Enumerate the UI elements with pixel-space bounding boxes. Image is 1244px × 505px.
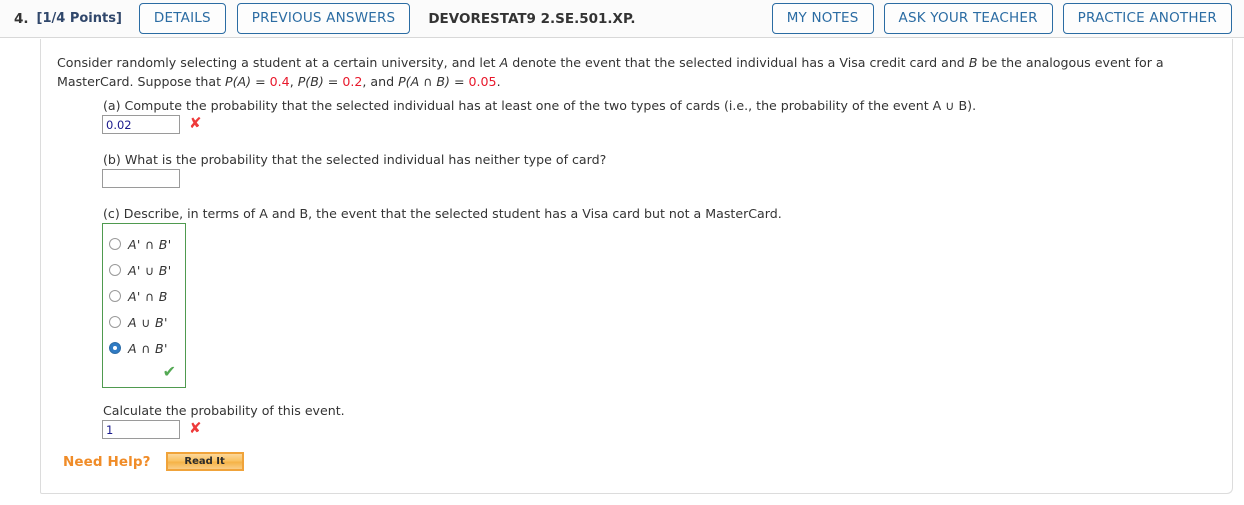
radio-button-icon-1[interactable] (109, 238, 121, 250)
assignment-code: DEVORESTAT9 2.SE.501.XP. (428, 10, 636, 27)
probability-b-value: 0.2 (342, 74, 363, 89)
choice-option-4[interactable]: A ∪ B' (103, 309, 185, 335)
question-number: 4. (14, 10, 29, 27)
calculate-prompt: Calculate the probability of this event. (103, 403, 345, 418)
radio-button-icon-2[interactable] (109, 264, 121, 276)
stem-text-2: denote the event that the selected indiv… (508, 55, 969, 70)
my-notes-button[interactable]: MY NOTES (771, 3, 874, 34)
probability-b-label: P(B) (297, 74, 324, 89)
part-a-prompt: (a) Compute the probability that the sel… (103, 98, 977, 113)
equals-2: = (323, 74, 343, 89)
choice-label-1: A' ∩ B' (128, 236, 172, 252)
comma-2: , and (362, 74, 399, 89)
question-header-bar: 4. [1/4 Points] DETAILS PREVIOUS ANSWERS… (0, 0, 1244, 38)
probability-a-and-b-label: P(A ∩ B) (398, 74, 450, 89)
equals-1: = (251, 74, 270, 89)
comma-1: , (289, 74, 298, 89)
calculate-answer-row: ✘ (102, 420, 202, 439)
radio-button-icon-3[interactable] (109, 290, 121, 302)
choice-option-1[interactable]: A' ∩ B' (103, 231, 185, 257)
problem-statement: Consider randomly selecting a student at… (57, 53, 1217, 91)
stem-variable-a: A (499, 55, 509, 70)
stem-text-1: Consider randomly selecting a student at… (57, 55, 500, 70)
webassign-question-page: 4. [1/4 Points] DETAILS PREVIOUS ANSWERS… (0, 0, 1244, 505)
choice-label-3: A' ∩ B (128, 288, 168, 304)
part-b-answer-input[interactable] (102, 169, 180, 188)
stem-period: . (496, 74, 501, 89)
points-badge: [1/4 Points] (36, 11, 122, 26)
choice-label-4: A ∪ B' (128, 314, 168, 330)
check-mark-icon: ✔ (162, 362, 176, 381)
part-a-answer-row: ✘ (102, 115, 202, 134)
equals-3: = (449, 74, 469, 89)
part-b-answer-row (102, 169, 180, 188)
radio-button-icon-4[interactable] (109, 316, 121, 328)
choice-label-2: A' ∪ B' (128, 262, 172, 278)
choice-option-3[interactable]: A' ∩ B (103, 283, 185, 309)
x-mark-icon-calculate: ✘ (189, 419, 202, 437)
part-b-prompt: (b) What is the probability that the sel… (103, 152, 607, 167)
probability-a-and-b-value: 0.05 (468, 74, 497, 89)
choice-label-5: A ∩ B' (128, 340, 168, 356)
question-body-container: Consider randomly selecting a student at… (40, 39, 1233, 494)
header-actions: MY NOTES ASK YOUR TEACHER PRACTICE ANOTH… (762, 3, 1244, 34)
choice-option-2[interactable]: A' ∪ B' (103, 257, 185, 283)
probability-a-label: P(A) (225, 74, 252, 89)
part-a-answer-input[interactable] (102, 115, 180, 134)
probability-a-value: 0.4 (269, 74, 290, 89)
ask-your-teacher-button[interactable]: ASK YOUR TEACHER (883, 3, 1053, 34)
calculate-answer-input[interactable] (102, 420, 180, 439)
radio-button-icon-5[interactable] (109, 342, 121, 354)
need-help-label: Need Help? (63, 453, 151, 470)
x-mark-icon: ✘ (189, 114, 202, 132)
need-help-section: Need Help? Read It (63, 452, 244, 471)
choice-option-5[interactable]: A ∩ B' (103, 335, 185, 361)
part-c-prompt: (c) Describe, in terms of A and B, the e… (103, 206, 782, 221)
part-c-choice-group: A' ∩ B' A' ∪ B' A' ∩ B A ∪ B' A ∩ B' ✔ (102, 223, 186, 388)
read-it-button[interactable]: Read It (165, 452, 244, 471)
part-c-status-row: ✔ (103, 361, 185, 383)
practice-another-button[interactable]: PRACTICE ANOTHER (1062, 3, 1232, 34)
previous-answers-button[interactable]: PREVIOUS ANSWERS (236, 3, 411, 34)
details-button[interactable]: DETAILS (138, 3, 226, 34)
